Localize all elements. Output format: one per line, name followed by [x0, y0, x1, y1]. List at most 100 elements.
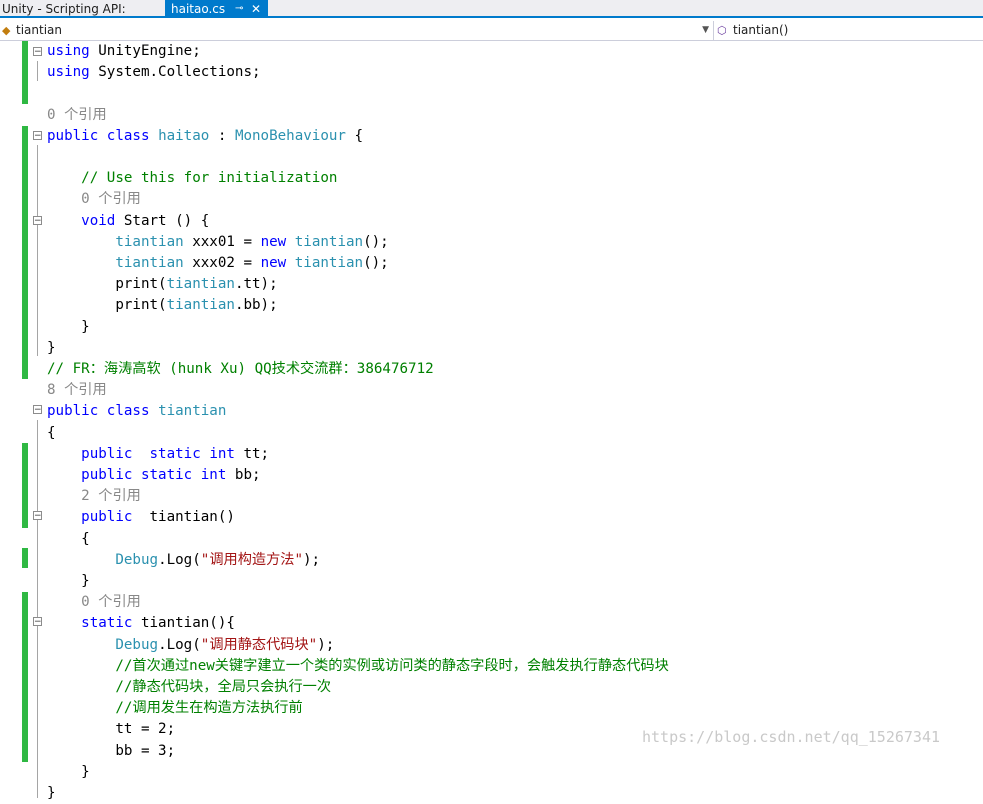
code-token: Debug — [115, 551, 159, 568]
code-token: using — [47, 43, 90, 59]
code-token: } — [47, 318, 90, 335]
member-dropdown[interactable]: ⬡ tiantian() — [715, 21, 983, 40]
code-token: public — [81, 509, 133, 526]
code-line[interactable]: } — [47, 762, 90, 783]
code-token: static — [149, 445, 201, 462]
code-token: print( — [47, 276, 167, 293]
code-line[interactable]: 0 个引用 — [47, 105, 107, 126]
code-line[interactable]: //调用发生在构造方法执行前 — [47, 698, 303, 719]
code-token: // FR：海涛高软 (hunk Xu) QQ技术交流群：386476712 — [47, 361, 434, 377]
code-token: int — [209, 445, 235, 462]
document-tab-bar: Unity - Scripting API: haitao.cs ⊸ ✕ — [0, 0, 983, 18]
code-line[interactable]: public static int bb; — [47, 465, 260, 486]
code-line[interactable]: 0 个引用 — [47, 592, 141, 613]
codelens-references[interactable]: 0 个引用 — [81, 191, 141, 207]
code-line[interactable]: using System.Collections; — [47, 62, 261, 83]
code-line[interactable]: //首次通过new关键字建立一个类的实例或访问类的静态字段时，会触发执行静态代码… — [47, 656, 668, 677]
code-token: (); — [363, 255, 389, 271]
code-line[interactable]: { — [47, 423, 56, 444]
code-line[interactable]: public tiantian() — [47, 507, 235, 528]
code-token: xxx02 = — [183, 255, 261, 271]
code-line[interactable]: public class haitao : MonoBehaviour { — [47, 126, 363, 147]
code-token: tiantian — [294, 233, 364, 250]
change-bar — [22, 443, 28, 528]
code-token: .tt); — [234, 276, 278, 293]
code-line[interactable]: //静态代码块，全局只会执行一次 — [47, 677, 331, 698]
collapse-icon[interactable]: − — [33, 47, 42, 57]
code-line[interactable]: tt = 2; — [47, 719, 175, 740]
code-token: ); — [303, 551, 321, 568]
code-line[interactable]: 0 个引用 — [47, 189, 141, 210]
code-line[interactable]: bb = 3; — [47, 741, 175, 762]
code-line[interactable]: print(tiantian.bb); — [47, 295, 277, 316]
codelens-references[interactable]: 8 个引用 — [47, 382, 107, 398]
code-line[interactable]: public class tiantian — [47, 401, 226, 422]
close-icon[interactable]: ✕ — [251, 0, 261, 18]
code-line[interactable]: Debug.Log("调用静态代码块"); — [47, 635, 334, 656]
code-token: { — [47, 424, 56, 441]
code-token: { — [345, 127, 364, 144]
code-token: System.Collections; — [89, 64, 261, 81]
code-line[interactable]: void Start () { — [47, 211, 209, 232]
collapse-icon[interactable]: − — [33, 216, 42, 226]
code-line[interactable]: { — [47, 529, 90, 550]
code-token: .Log( — [158, 636, 201, 653]
code-line[interactable]: // FR：海涛高软 (hunk Xu) QQ技术交流群：386476712 — [47, 359, 434, 380]
watermark: https://blog.csdn.net/qq_15267341 — [642, 728, 941, 746]
code-line[interactable]: print(tiantian.tt); — [47, 274, 278, 295]
collapse-icon[interactable]: − — [33, 511, 42, 521]
tab-label: haitao.cs — [171, 2, 226, 16]
code-token: public — [81, 445, 133, 462]
code-token: } — [47, 573, 90, 589]
code-line[interactable]: public static int tt; — [47, 444, 269, 465]
collapse-icon[interactable]: − — [33, 131, 42, 141]
collapse-icon[interactable]: − — [33, 405, 42, 415]
pin-icon[interactable]: ⊸ — [235, 0, 243, 18]
code-token: //静态代码块，全局只会执行一次 — [115, 679, 332, 695]
collapse-icon[interactable]: − — [33, 617, 42, 627]
code-editor[interactable]: − − − − − − using UnityEngine; using Syst… — [0, 41, 983, 801]
code-line[interactable]: } — [47, 571, 90, 592]
tab-haitao-cs[interactable]: haitao.cs ⊸ ✕ — [165, 0, 268, 18]
outline-guide — [37, 525, 38, 588]
method-icon: ⬡ — [717, 24, 727, 37]
code-token: class — [106, 127, 150, 144]
member-dropdown-label: tiantian() — [733, 23, 789, 37]
navigation-bar: ◆ tiantian ▼ ⬡ tiantian() — [0, 21, 983, 41]
code-line[interactable]: tiantian xxx01 = new tiantian(); — [47, 232, 388, 253]
codelens-references[interactable]: 0 个引用 — [81, 594, 141, 610]
code-token: tiantian() — [132, 509, 235, 526]
code-line[interactable]: Debug.Log("调用构造方法"); — [47, 550, 320, 571]
code-line[interactable]: // Use this for initialization — [47, 168, 337, 189]
code-token: UnityEngine; — [89, 43, 201, 59]
code-line[interactable]: using UnityEngine; — [47, 41, 201, 62]
code-token: tiantian(){ — [132, 615, 235, 632]
code-line[interactable]: } — [47, 317, 90, 338]
code-line[interactable]: static tiantian(){ — [47, 613, 235, 634]
codelens-references[interactable]: 0 个引用 — [47, 107, 107, 123]
code-line[interactable]: 8 个引用 — [47, 380, 107, 401]
code-line[interactable]: } — [47, 338, 56, 359]
type-dropdown[interactable]: ◆ tiantian ▼ — [0, 21, 714, 40]
code-token: : — [209, 127, 235, 144]
code-token: new — [260, 255, 287, 271]
code-line[interactable]: } — [47, 783, 56, 804]
code-token: //调用发生在构造方法执行前 — [115, 700, 303, 717]
code-token: public — [81, 467, 133, 483]
code-line[interactable]: 2 个引用 — [47, 486, 141, 507]
codelens-references[interactable]: 2 个引用 — [81, 488, 141, 504]
type-dropdown-label: tiantian — [16, 23, 62, 37]
tab-unity-scripting-api[interactable]: Unity - Scripting API: — [0, 0, 162, 18]
code-line[interactable]: tiantian xxx02 = new tiantian(); — [47, 253, 389, 274]
change-bar — [22, 592, 28, 762]
